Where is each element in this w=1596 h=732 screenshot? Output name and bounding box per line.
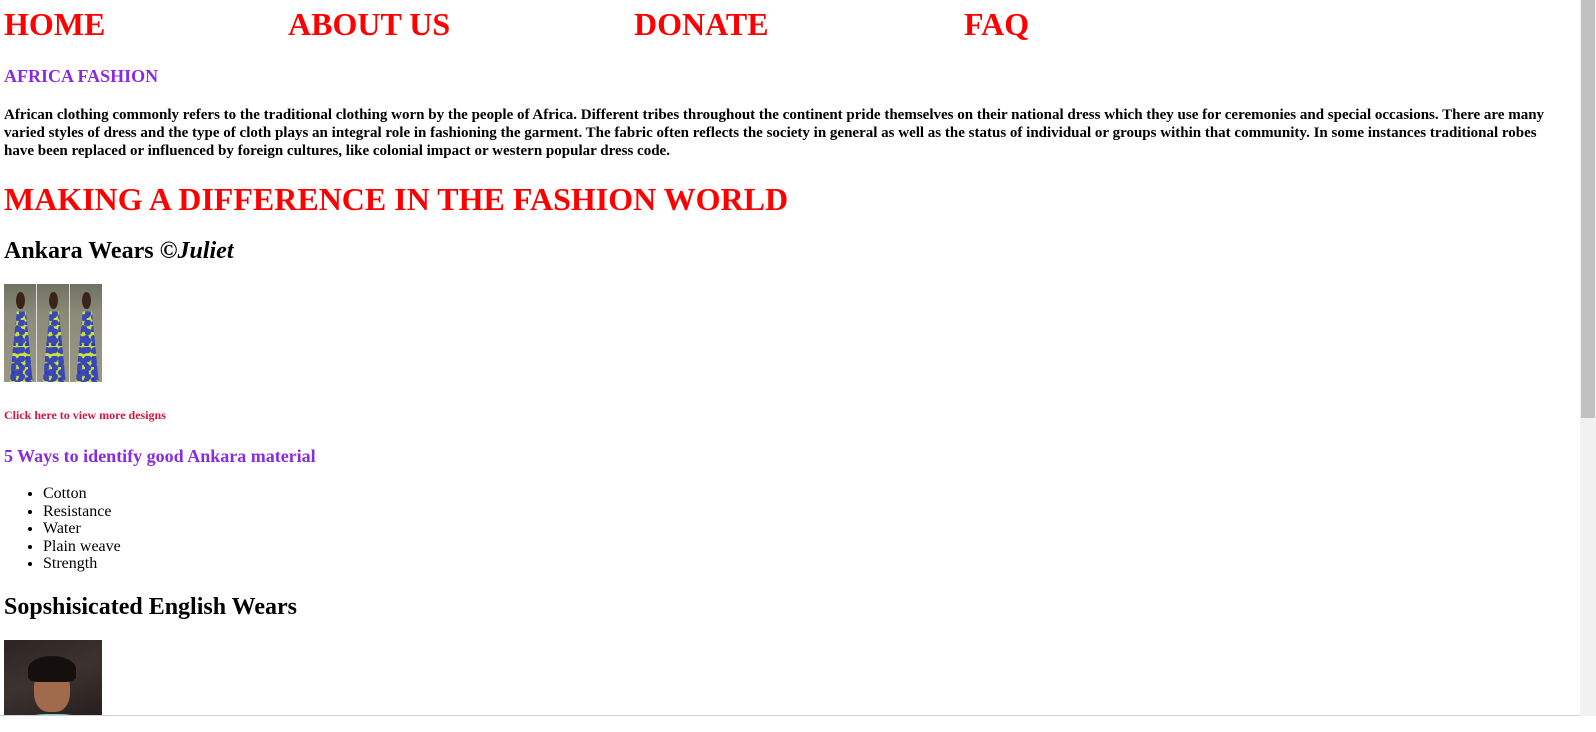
bottom-strip xyxy=(0,716,1596,732)
ankara-image-panel xyxy=(70,284,102,382)
list-item: Water xyxy=(43,520,121,538)
vertical-scrollbar[interactable] xyxy=(1580,0,1596,716)
ankara-heading-author: Juliet xyxy=(177,238,234,264)
section-title: AFRICA FASHION xyxy=(4,66,159,86)
main-nav: HOME ABOUT US DONATE FAQ xyxy=(4,6,1204,46)
ankara-heading: Ankara Wears ©Juliet xyxy=(4,237,234,265)
view-more-designs-link[interactable]: Click here to view more designs xyxy=(4,408,166,422)
intro-paragraph: African clothing commonly refers to the … xyxy=(4,107,1545,159)
list-item: Cotton xyxy=(43,485,121,503)
page-content: HOME ABOUT US DONATE FAQ AFRICA FASHION … xyxy=(0,0,1580,732)
nav-home-link[interactable]: HOME xyxy=(4,6,105,42)
nav-faq-link[interactable]: FAQ xyxy=(964,6,1029,42)
scrollbar-thumb[interactable] xyxy=(1581,0,1595,418)
ways-heading: 5 Ways to identify good Ankara material xyxy=(4,446,316,466)
ankara-image-panel xyxy=(4,284,37,382)
ankara-dress-image xyxy=(4,284,102,382)
nav-about-us-link[interactable]: ABOUT US xyxy=(288,6,450,42)
list-item: Plain weave xyxy=(43,538,121,556)
main-heading: MAKING A DIFFERENCE IN THE FASHION WORLD xyxy=(4,181,789,217)
ankara-image-panel xyxy=(37,284,70,382)
browser-viewport: HOME ABOUT US DONATE FAQ AFRICA FASHION … xyxy=(0,0,1596,732)
ways-list: Cotton Resistance Water Plain weave Stre… xyxy=(4,485,121,573)
nav-donate-link[interactable]: DONATE xyxy=(634,6,769,42)
ankara-heading-text: Ankara Wears © xyxy=(4,238,178,264)
list-item: Strength xyxy=(43,555,121,573)
english-wears-heading: Sopshisicated English Wears xyxy=(4,594,297,620)
list-item: Resistance xyxy=(43,503,121,521)
